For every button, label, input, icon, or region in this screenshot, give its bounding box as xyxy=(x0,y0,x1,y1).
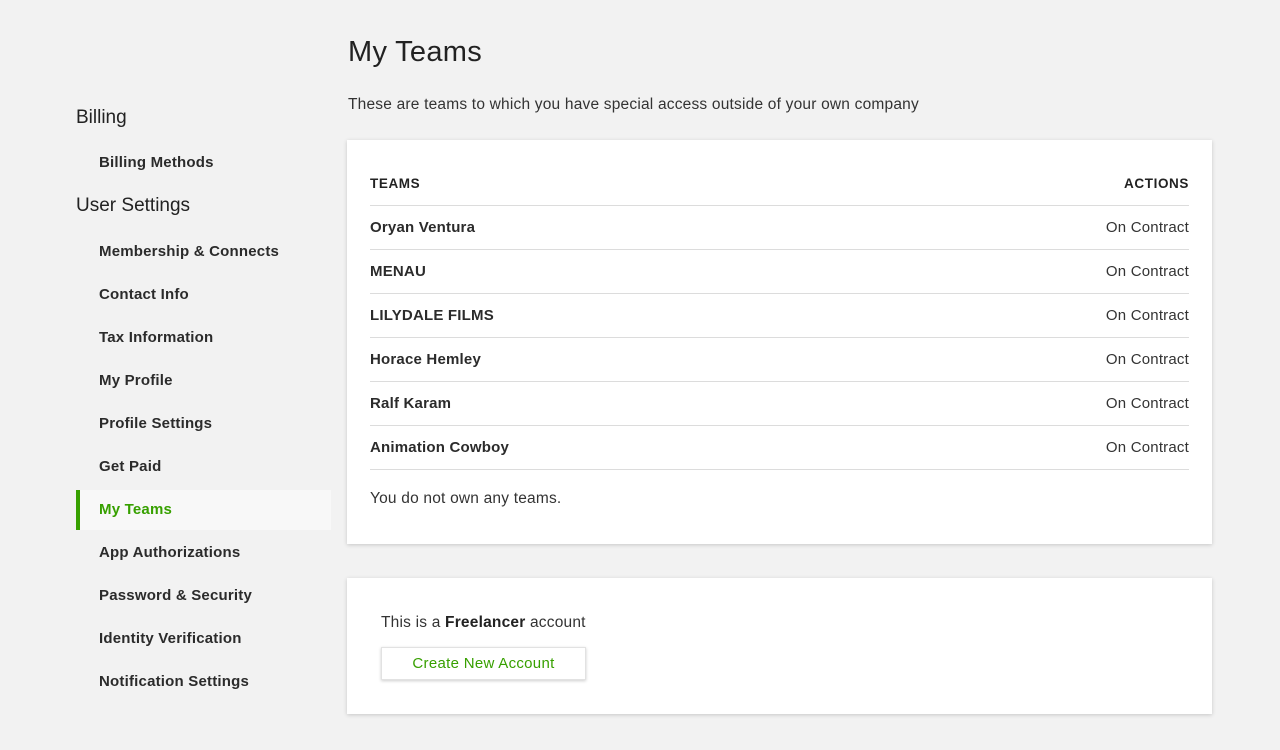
column-header-actions: ACTIONS xyxy=(1124,176,1189,191)
sidebar-item-notification-settings[interactable]: Notification Settings xyxy=(76,662,331,702)
team-action: On Contract xyxy=(1105,263,1189,280)
sidebar-item-identity-verification[interactable]: Identity Verification xyxy=(76,619,331,659)
team-name[interactable]: Animation Cowboy xyxy=(370,439,509,456)
page-title: My Teams xyxy=(348,36,483,68)
team-name[interactable]: MENAU xyxy=(370,263,426,280)
sidebar-item-tax-information[interactable]: Tax Information xyxy=(76,318,331,358)
page: Billing Billing Methods User Settings Me… xyxy=(0,0,1280,750)
table-header: TEAMS ACTIONS xyxy=(370,162,1189,206)
account-type: Freelancer xyxy=(445,614,526,631)
team-action: On Contract xyxy=(1105,395,1189,412)
sidebar-item-get-paid[interactable]: Get Paid xyxy=(76,447,331,487)
team-action: On Contract xyxy=(1105,351,1189,368)
team-name[interactable]: Horace Hemley xyxy=(370,351,481,368)
teams-card: TEAMS ACTIONS Oryan Ventura On Contract … xyxy=(347,140,1212,544)
team-name[interactable]: LILYDALE FILMS xyxy=(370,307,494,324)
team-name[interactable]: Oryan Ventura xyxy=(370,219,475,236)
sidebar-item-app-authorizations[interactable]: App Authorizations xyxy=(76,533,331,573)
column-header-teams: TEAMS xyxy=(370,176,421,191)
account-suffix: account xyxy=(529,614,586,631)
sidebar-item-profile-settings[interactable]: Profile Settings xyxy=(76,404,331,444)
page-subtitle: These are teams to which you have specia… xyxy=(348,96,919,113)
table-row: MENAU On Contract xyxy=(370,250,1189,294)
account-type-line: This is a Freelancer account xyxy=(381,614,586,632)
teams-table: TEAMS ACTIONS Oryan Ventura On Contract … xyxy=(370,162,1189,470)
create-new-account-button[interactable]: Create New Account xyxy=(381,647,586,680)
sidebar-item-billing-methods[interactable]: Billing Methods xyxy=(76,143,331,183)
sidebar-item-my-profile[interactable]: My Profile xyxy=(76,361,331,401)
team-action: On Contract xyxy=(1105,439,1189,456)
account-prefix: This is a xyxy=(381,614,441,631)
no-owned-teams-note: You do not own any teams. xyxy=(370,490,562,507)
table-row: LILYDALE FILMS On Contract xyxy=(370,294,1189,338)
sidebar-item-contact-info[interactable]: Contact Info xyxy=(76,275,331,315)
team-action: On Contract xyxy=(1105,307,1189,324)
table-row: Oryan Ventura On Contract xyxy=(370,206,1189,250)
section-title-user-settings: User Settings xyxy=(76,195,191,216)
team-name[interactable]: Ralf Karam xyxy=(370,395,451,412)
account-card: This is a Freelancer account Create New … xyxy=(347,578,1212,714)
sidebar-item-password-security[interactable]: Password & Security xyxy=(76,576,331,616)
section-title-billing: Billing xyxy=(76,107,127,128)
sidebar-item-my-teams[interactable]: My Teams xyxy=(76,490,331,530)
table-row: Animation Cowboy On Contract xyxy=(370,426,1189,470)
table-row: Ralf Karam On Contract xyxy=(370,382,1189,426)
sidebar-item-membership-connects[interactable]: Membership & Connects xyxy=(76,232,331,272)
table-row: Horace Hemley On Contract xyxy=(370,338,1189,382)
team-action: On Contract xyxy=(1105,219,1189,236)
